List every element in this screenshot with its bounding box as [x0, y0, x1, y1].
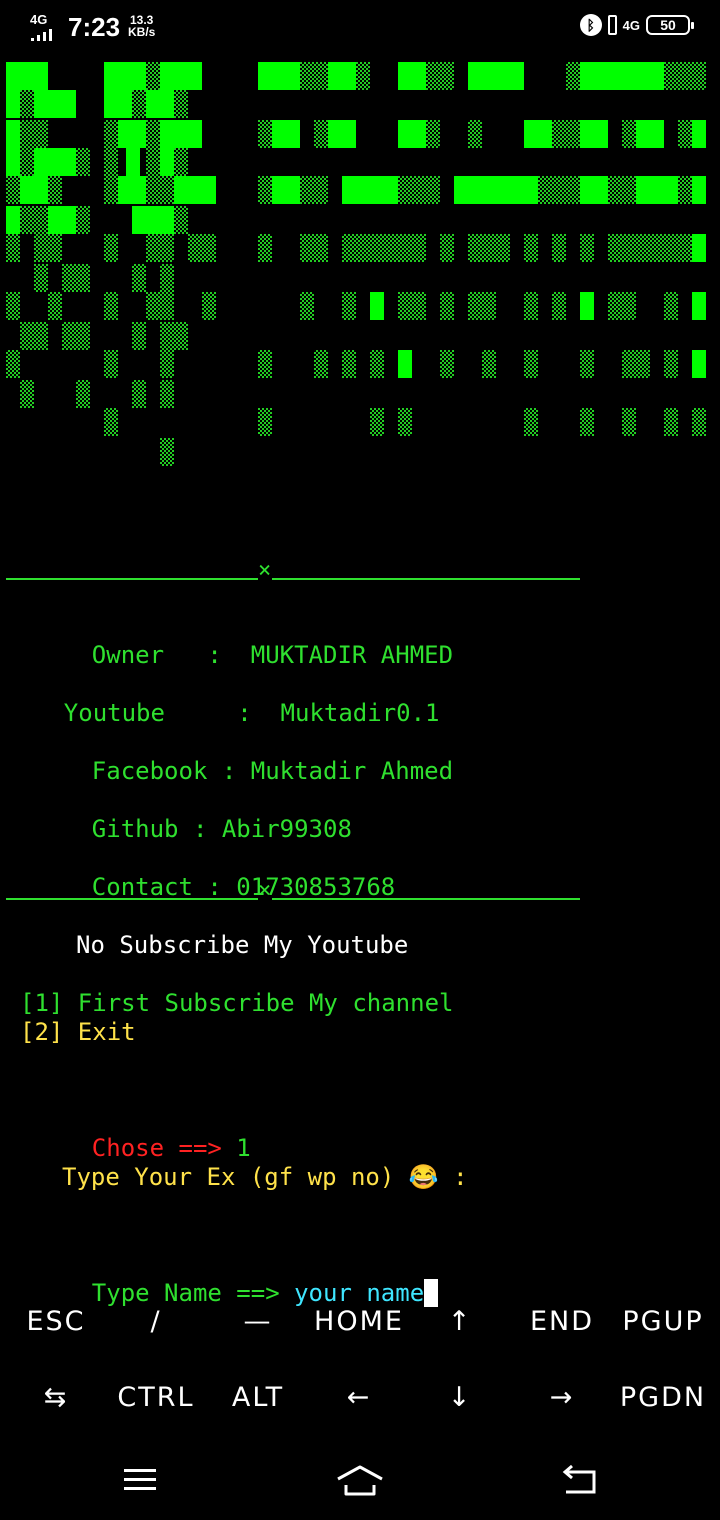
github-label: Github : — [91, 815, 222, 843]
back-button[interactable] — [550, 1458, 610, 1502]
terminal-output: × Owner : MUKTADIR AHMED Youtube : Mukta… — [0, 0, 720, 1307]
menu-option-1: [1] First Subscribe My channel — [20, 989, 454, 1017]
separator-left — [6, 578, 258, 580]
ex-prompt: Type Your Ex (gf wp no) 😂 : — [62, 1163, 468, 1191]
contact-line: Contact : 01730853768 — [34, 844, 395, 931]
subscribe-notice: No Subscribe My Youtube — [76, 931, 409, 959]
facebook-label: Facebook : — [91, 757, 251, 785]
separator-mark: × — [258, 558, 272, 583]
key-dash[interactable]: — — [208, 1306, 308, 1337]
key-arrow-left[interactable]: ← — [309, 1382, 409, 1413]
menu-icon — [124, 1469, 156, 1490]
key-alt[interactable]: ALT — [208, 1382, 308, 1413]
key-pgup[interactable]: PGUP — [613, 1306, 713, 1337]
chose-label: Chose ==> — [91, 1134, 237, 1162]
facebook-value: Muktadir Ahmed — [250, 757, 454, 785]
home-icon — [337, 1465, 383, 1496]
back-icon — [562, 1464, 596, 1494]
github-value: Abir99308 — [221, 815, 352, 843]
key-home[interactable]: HOME — [309, 1306, 409, 1337]
menu-button[interactable] — [110, 1458, 170, 1502]
key-end[interactable]: END — [512, 1306, 612, 1337]
separator-right-2 — [272, 898, 580, 900]
key-tab[interactable]: ⇆ — [6, 1382, 106, 1413]
youtube-label: Youtube : — [63, 699, 281, 727]
key-ctrl[interactable]: CTRL — [106, 1382, 206, 1413]
separator-mark-2: × — [258, 878, 272, 903]
owner-label: Owner : — [91, 641, 251, 669]
separator-left-2 — [6, 898, 258, 900]
contact-label: Contact : — [91, 873, 237, 901]
key-arrow-right[interactable]: → — [512, 1382, 612, 1413]
key-esc[interactable]: ESC — [6, 1306, 106, 1337]
key-arrow-down[interactable]: ↓ — [410, 1382, 510, 1413]
youtube-value: Muktadir0.1 — [280, 699, 440, 727]
separator-right — [272, 578, 580, 580]
key-slash[interactable]: / — [106, 1306, 206, 1337]
chose-value: 1 — [236, 1134, 251, 1162]
owner-value: MUKTADIR AHMED — [250, 641, 454, 669]
key-pgdn[interactable]: PGDN — [613, 1382, 713, 1413]
system-navigation-bar — [0, 1440, 720, 1520]
home-button[interactable] — [330, 1458, 390, 1502]
menu-option-2: [2] Exit — [20, 1018, 136, 1046]
extra-keys-bar: ESC / — HOME ↑ END PGUP ⇆ CTRL ALT ← ↓ →… — [0, 1292, 720, 1442]
key-arrow-up[interactable]: ↑ — [410, 1306, 510, 1337]
